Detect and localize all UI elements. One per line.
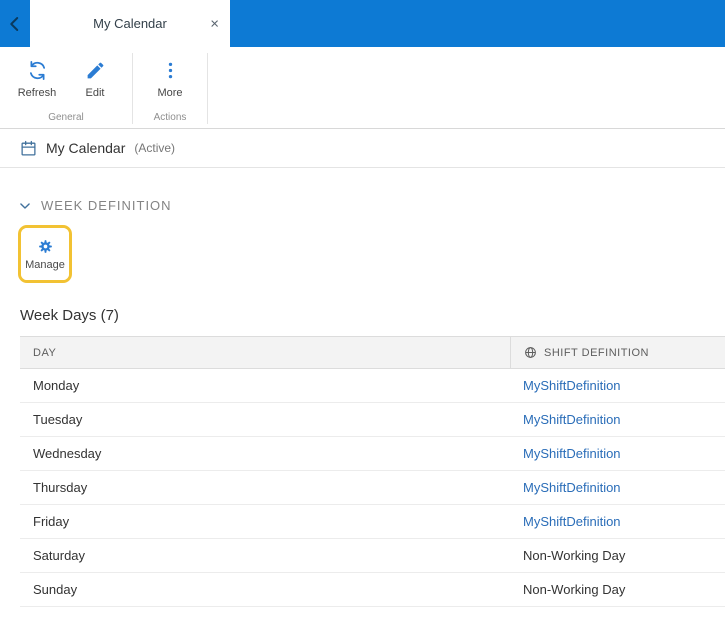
record-header: My Calendar (Active) [0, 129, 725, 168]
edit-icon [87, 62, 103, 79]
back-button[interactable] [0, 0, 30, 47]
refresh-icon [29, 61, 45, 80]
day-cell: Monday [33, 378, 80, 393]
table-row: Friday MyShiftDefinition [20, 505, 725, 539]
chevron-left-icon [10, 16, 19, 31]
more-label: More [157, 87, 183, 99]
week-days-title: Week Days (7) [20, 307, 119, 324]
ribbon-group-general: Refresh Edit General [0, 47, 132, 128]
non-working-day-cell: Non-Working Day [523, 582, 626, 597]
table-row: Monday MyShiftDefinition [20, 369, 725, 403]
tab-my-calendar[interactable]: My Calendar × [30, 0, 230, 47]
tab-bar-empty-area [230, 0, 725, 47]
more-icon [168, 62, 172, 79]
day-cell: Wednesday [33, 446, 102, 461]
record-status-badge: (Active) [134, 141, 176, 155]
gear-icon [38, 239, 52, 253]
ribbon-group-divider [207, 53, 208, 124]
more-button[interactable]: More [141, 52, 199, 101]
table-row: Tuesday MyShiftDefinition [20, 403, 725, 437]
day-cell: Tuesday [33, 412, 83, 427]
record-title: My Calendar [46, 140, 126, 156]
column-header-shift-label: SHIFT DEFINITION [544, 346, 649, 359]
manage-highlight-annotation: Manage [18, 225, 72, 283]
shift-definition-link[interactable]: MyShiftDefinition [510, 446, 725, 461]
close-icon[interactable]: × [210, 16, 219, 31]
ribbon-group-label-general: General [48, 112, 84, 123]
refresh-button[interactable]: Refresh [8, 52, 66, 101]
shift-definition-link[interactable]: MyShiftDefinition [510, 412, 725, 427]
manage-label: Manage [25, 258, 65, 271]
non-working-day-cell: Non-Working Day [523, 548, 626, 563]
edit-label: Edit [85, 87, 105, 99]
table-header-row: DAY SHIFT DEFINITION [20, 336, 725, 369]
tab-title: My Calendar [93, 16, 167, 31]
day-cell: Friday [33, 514, 70, 529]
day-cell: Sunday [33, 582, 78, 597]
table-row: Thursday MyShiftDefinition [20, 471, 725, 505]
shift-definition-link[interactable]: MyShiftDefinition [510, 378, 725, 393]
column-header-shift-definition[interactable]: SHIFT DEFINITION [510, 337, 725, 368]
chevron-down-icon [20, 202, 30, 209]
calendar-icon [21, 140, 36, 156]
section-title: WEEK DEFINITION [41, 198, 172, 213]
table-row: Sunday Non-Working Day [20, 573, 725, 607]
ribbon-group-actions: More Actions [133, 47, 207, 128]
ribbon: Refresh Edit General More Actions [0, 47, 725, 129]
shift-definition-link[interactable]: MyShiftDefinition [510, 514, 725, 529]
ribbon-group-label-actions: Actions [153, 112, 187, 123]
day-cell: Thursday [33, 480, 88, 495]
globe-icon [525, 347, 536, 358]
refresh-label: Refresh [17, 87, 57, 99]
manage-button[interactable]: Manage [21, 228, 69, 280]
shift-definition-link[interactable]: MyShiftDefinition [510, 480, 725, 495]
day-cell: Saturday [33, 548, 86, 563]
tab-bar: My Calendar × [0, 0, 725, 47]
column-header-day[interactable]: DAY [20, 337, 510, 368]
edit-button[interactable]: Edit [66, 52, 124, 101]
week-definition-section-toggle[interactable]: WEEK DEFINITION [0, 198, 725, 213]
week-days-table: DAY SHIFT DEFINITION Monday MyShiftDefin… [20, 336, 725, 607]
table-row: Saturday Non-Working Day [20, 539, 725, 573]
table-row: Wednesday MyShiftDefinition [20, 437, 725, 471]
